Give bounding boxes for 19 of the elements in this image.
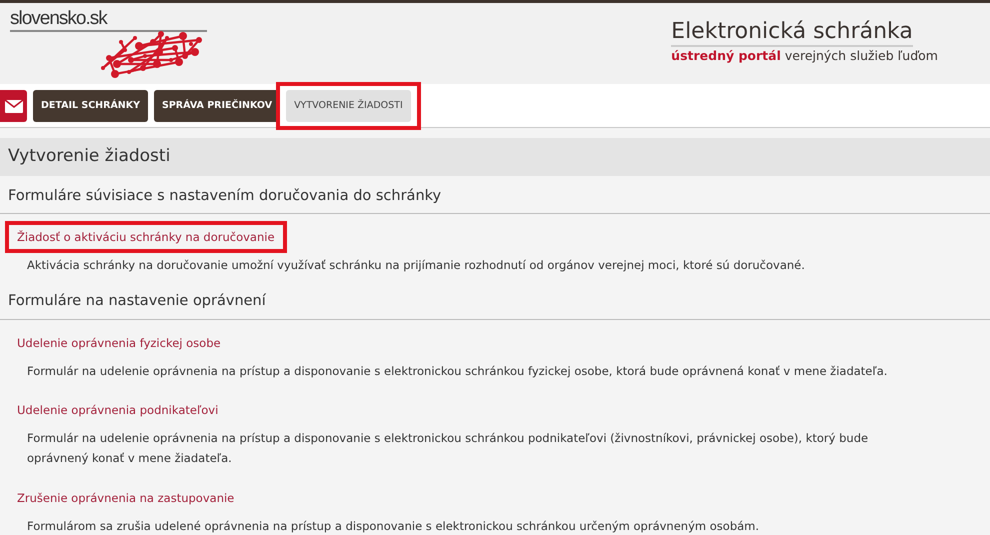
- form-description: Formulár na udelenie oprávnenia na prístup a disponovanie s elektronickou schránkou podnikateľovi (živnostníkovi, právnickej osobe), ktorý bude oprávnený konať v mene žiadateľa.: [26, 430, 870, 468]
- portal-title: Elektronická schránka: [671, 19, 913, 48]
- subtitle-text: verejných služieb ľuďom: [784, 47, 938, 66]
- form-link[interactable]: Žiadosť o aktiváciu schránky na doručovanie: [17, 230, 275, 244]
- form-link[interactable]: Udelenie oprávnenia fyzickej osobe: [17, 336, 221, 350]
- form-description: Formulár na udelenie oprávnenia na prístup a disponovanie s elektronickou schránkou fyzickej osobe, ktorá bude oprávnená konať v mene žiadateľa.: [26, 363, 888, 380]
- logo-text[interactable]: slovensko.sk: [10, 9, 207, 32]
- form-link[interactable]: Zrušenie oprávnenia na zastupovanie: [17, 490, 234, 504]
- mail-tab[interactable]: [0, 90, 27, 122]
- page-title: Vytvorenie žiadosti: [0, 138, 990, 176]
- form-link[interactable]: Udelenie oprávnenia podnikateľovi: [17, 403, 218, 418]
- form-description: Aktivácia schránky na doručovanie umožní využívať schránku na prijímanie rozhodnutí od orgánov verejnej moci, ktoré sú doručované.: [26, 257, 806, 274]
- section-heading: Formuláre súvisiace s nastavením doručovania do schránky: [0, 176, 990, 214]
- nav-tab[interactable]: DETAIL SCHRÁNKY: [33, 90, 148, 122]
- form-description: Formulárom sa zrušia udelené oprávnenia na prístup a disponovanie s elektronickou schránkou určeným oprávneným osobám.: [26, 518, 760, 534]
- subtitle-accent: ústredný portál: [671, 47, 781, 66]
- envelope-icon: [4, 100, 22, 112]
- nav-tab[interactable]: VYTVORENIE ŽIADOSTI: [286, 90, 411, 122]
- section-heading: Formuláre na nastavenie oprávnení: [0, 281, 990, 320]
